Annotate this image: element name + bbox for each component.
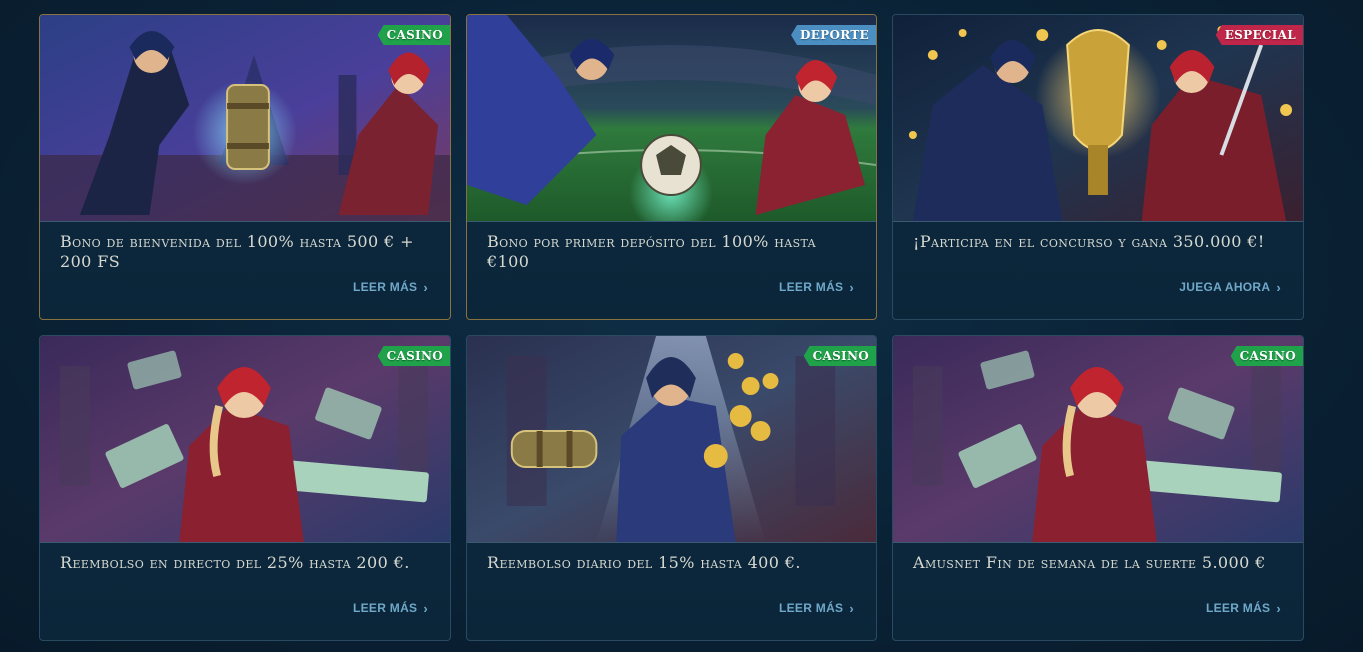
category-badge: CASINO — [377, 346, 450, 366]
chevron-right-icon: › — [849, 600, 854, 616]
category-badge: CASINO — [1230, 346, 1303, 366]
category-badge: CASINO — [803, 346, 876, 366]
category-badge: ESPECIAL — [1215, 25, 1303, 45]
hero-artwork — [893, 336, 1303, 542]
promo-card-live-cashback[interactable]: CASINO Reembolso en directo del 25% hast… — [39, 335, 451, 641]
promo-image[interactable]: DEPORTE — [467, 15, 876, 222]
promo-title: ¡Participa en el concurso y gana 350.000… — [913, 232, 1265, 251]
chevron-right-icon: › — [849, 279, 854, 295]
category-badge: DEPORTE — [791, 25, 876, 45]
hero-artwork — [40, 15, 450, 221]
read-more-link[interactable]: LEER MÁS › — [353, 280, 428, 294]
promo-image[interactable]: CASINO — [40, 336, 450, 543]
read-more-label: LEER MÁS — [778, 601, 844, 615]
promo-card-lucky-weekend[interactable]: CASINO Amusnet Fin de semana de la suert… — [892, 335, 1304, 641]
play-now-label: JUEGA AHORA — [1179, 280, 1271, 294]
promo-card-welcome-bonus[interactable]: CASINO Bono de bienvenida del 100% hasta… — [39, 14, 451, 320]
promo-title: Reembolso en directo del 25% hasta 200 €… — [60, 553, 410, 572]
promo-card-first-deposit[interactable]: DEPORTE Bono por primer depósito del 100… — [466, 14, 877, 320]
read-more-label: LEER MÁS — [352, 280, 418, 294]
read-more-link[interactable]: LEER MÁS › — [779, 280, 854, 294]
read-more-label: LEER MÁS — [1205, 601, 1271, 615]
read-more-link[interactable]: LEER MÁS › — [1206, 601, 1281, 615]
promo-title: Bono por primer depósito del 100% hasta … — [487, 232, 816, 271]
read-more-label: LEER MÁS — [352, 601, 418, 615]
promo-image[interactable]: ESPECIAL — [893, 15, 1303, 222]
promo-image[interactable]: CASINO — [467, 336, 876, 543]
chevron-right-icon: › — [1276, 279, 1281, 295]
play-now-link[interactable]: JUEGA AHORA › — [1179, 280, 1281, 294]
promo-title: Amusnet Fin de semana de la suerte 5.000… — [913, 553, 1266, 572]
hero-artwork — [467, 336, 876, 542]
promo-card-contest[interactable]: ESPECIAL ¡Participa en el concurso y gan… — [892, 14, 1304, 320]
promo-title: Reembolso diario del 15% hasta 400 €. — [487, 553, 801, 572]
hero-artwork — [893, 15, 1303, 221]
category-badge: CASINO — [377, 25, 450, 45]
read-more-link[interactable]: LEER MÁS › — [353, 601, 428, 615]
promo-image[interactable]: CASINO — [893, 336, 1303, 543]
promo-image[interactable]: CASINO — [40, 15, 450, 222]
chevron-right-icon: › — [423, 600, 428, 616]
hero-artwork — [40, 336, 450, 542]
promo-card-daily-cashback[interactable]: CASINO Reembolso diario del 15% hasta 40… — [466, 335, 877, 641]
read-more-label: LEER MÁS — [778, 280, 844, 294]
hero-artwork — [467, 15, 876, 221]
chevron-right-icon: › — [1276, 600, 1281, 616]
read-more-link[interactable]: LEER MÁS › — [779, 601, 854, 615]
promo-title: Bono de bienvenida del 100% hasta 500 € … — [60, 232, 414, 271]
promotions-grid: CASINO Bono de bienvenida del 100% hasta… — [39, 14, 1304, 641]
chevron-right-icon: › — [423, 279, 428, 295]
